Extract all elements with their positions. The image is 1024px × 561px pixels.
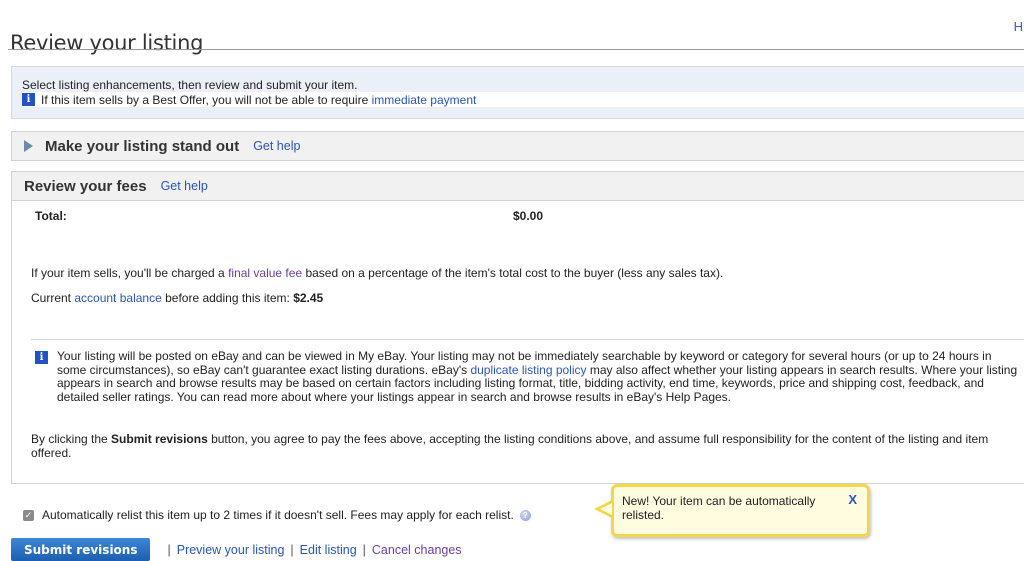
immediate-payment-link[interactable]: immediate payment [372, 93, 477, 107]
account-balance-link[interactable]: account balance [74, 291, 161, 305]
listing-notice: i Your listing will be posted on eBay an… [35, 349, 1018, 404]
title-divider [8, 49, 1024, 50]
balance-text-pre: Current [31, 291, 75, 305]
info-icon: i [22, 93, 35, 106]
fees-get-help-link[interactable]: Get help [161, 179, 208, 193]
preview-listing-link[interactable]: Preview your listing [177, 543, 285, 557]
fees-section-header: Review your fees Get help [11, 171, 1024, 201]
auto-relist-label[interactable]: Automatically relist this item up to 2 t… [42, 508, 514, 522]
best-offer-text: If this item sells by a Best Offer, you … [41, 92, 372, 107]
expand-triangle-icon[interactable] [24, 140, 33, 152]
final-value-fee-link[interactable]: final value fee [228, 266, 302, 280]
help-link[interactable]: H [1014, 19, 1023, 34]
info-banner-instructions: Select listing enhancements, then review… [22, 78, 358, 92]
close-icon[interactable]: X [848, 493, 857, 507]
agree-text-bold: Submit revisions [111, 432, 208, 446]
account-balance-value: $2.45 [293, 291, 324, 305]
fees-title: Review your fees [24, 177, 147, 195]
page-title: Review your listing [10, 31, 204, 56]
agree-text-pre: By clicking the [31, 432, 112, 446]
balance-text-mid: before adding this item: [161, 291, 294, 305]
tooltip-arrow-inner [600, 503, 612, 515]
tooltip-message: New! Your item can be automatically reli… [622, 494, 816, 522]
auto-relist-checkbox[interactable]: ✓ [23, 509, 34, 521]
standout-title[interactable]: Make your listing stand out [45, 138, 239, 155]
edit-listing-link[interactable]: Edit listing [300, 543, 357, 557]
standout-get-help-link[interactable]: Get help [253, 139, 300, 153]
fees-divider [31, 339, 1024, 340]
account-balance-text: Current account balance before adding th… [31, 291, 323, 305]
info-icon: i [35, 351, 48, 364]
separator: | [290, 542, 294, 557]
best-offer-notice: i If this item sells by a Best Offer, yo… [22, 92, 1024, 107]
action-bar: Submit revisions | Preview your listing … [11, 538, 462, 561]
fvf-text-post: based on a percentage of the item's tota… [302, 266, 724, 280]
fvf-text-pre: If your item sells, you'll be charged a [31, 266, 229, 280]
agreement-text: By clicking the Submit revisions button,… [31, 432, 1016, 460]
final-value-fee-text: If your item sells, you'll be charged a … [31, 266, 723, 280]
relist-tooltip: New! Your item can be automatically reli… [611, 484, 870, 537]
separator: | [167, 542, 171, 557]
total-label: Total: [35, 209, 67, 223]
help-question-icon[interactable]: ? [519, 509, 531, 521]
standout-section-header[interactable]: Make your listing stand out Get help [11, 131, 1024, 161]
total-value: $0.00 [513, 209, 544, 223]
auto-relist-option: ✓ Automatically relist this item up to 2… [23, 508, 531, 522]
cancel-changes-link[interactable]: Cancel changes [372, 543, 462, 557]
duplicate-listing-policy-link[interactable]: duplicate listing policy [470, 363, 586, 377]
info-banner: Select listing enhancements, then review… [11, 66, 1024, 119]
separator: | [362, 542, 366, 557]
submit-revisions-button[interactable]: Submit revisions [11, 538, 151, 561]
